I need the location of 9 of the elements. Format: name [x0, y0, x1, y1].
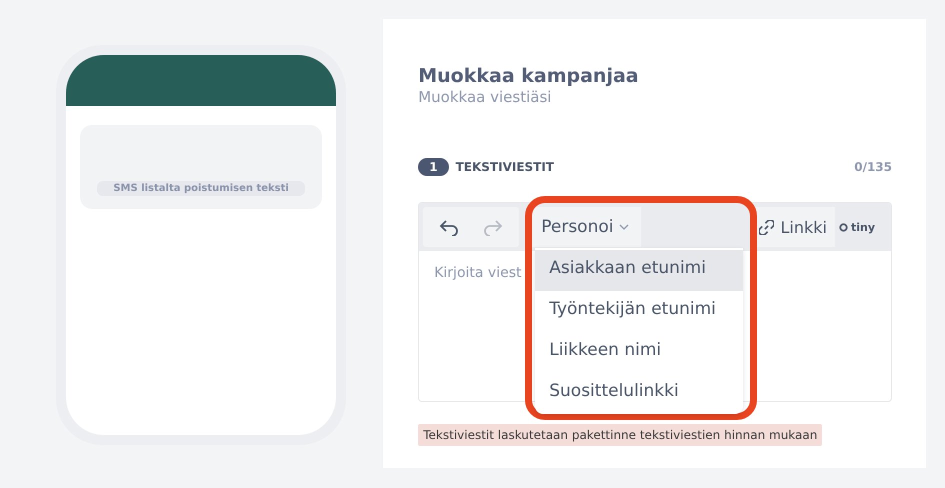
tiny-logo: tiny [838, 220, 887, 234]
billing-notice: Tekstiviestit laskutetaan pakettinne tekstiviestien hinnan mukaan [418, 424, 822, 446]
page-subtitle: Muokkaa viestiäsi [418, 88, 552, 106]
page-title: Muokkaa kampanjaa [418, 65, 640, 87]
character-counter: 0/135 [854, 160, 892, 174]
unsubscribe-text: SMS listalta poistumisen teksti [97, 181, 305, 196]
step-number: 1 [418, 158, 449, 176]
section-label: TEKSTIVIESTIT [456, 160, 555, 174]
editor-placeholder: Kirjoita viest [434, 265, 522, 281]
